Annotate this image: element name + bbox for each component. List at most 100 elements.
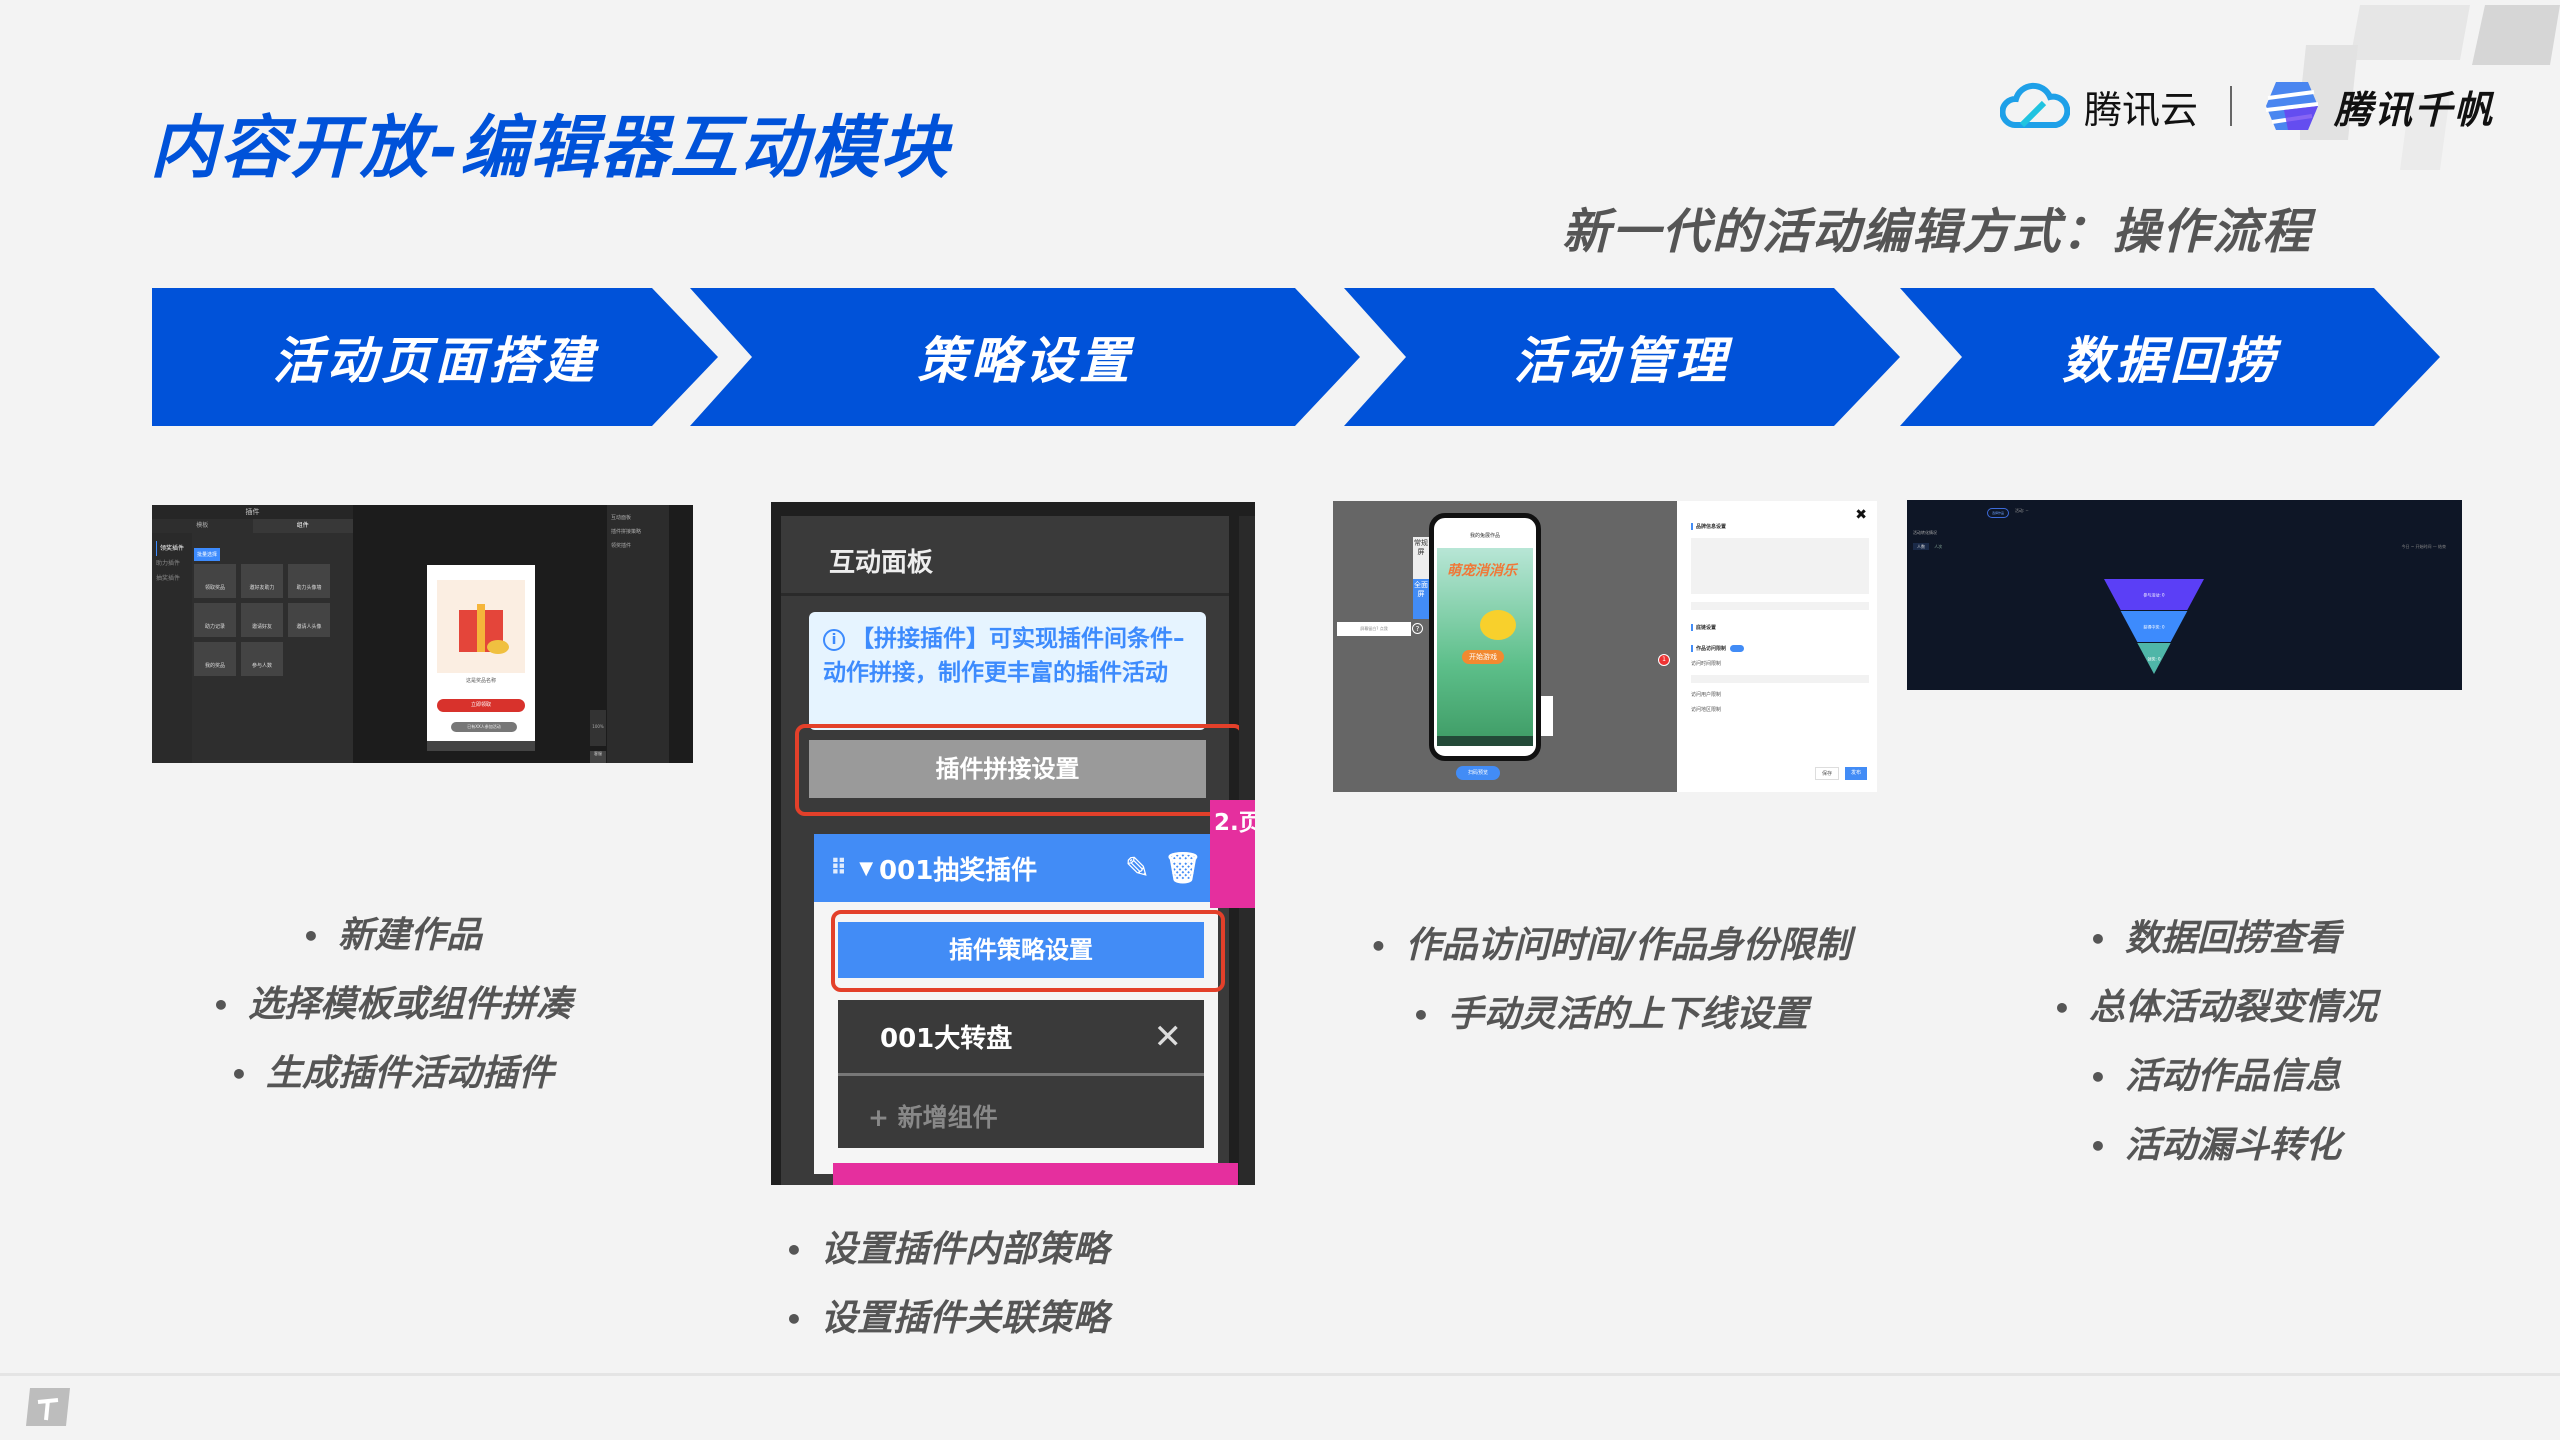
funnel-chart: 参与活动: 0 获得中奖: 0 领奖: 0 <box>2104 579 2204 674</box>
access-limit-toggle[interactable] <box>1730 645 1745 652</box>
publish-button[interactable]: 发布 <box>1844 767 1867 780</box>
screenshot-data-dashboard: 选择作品 活动: -- 活动转化情况 人数 人次 今日 ~ 开始时间 — 结束 … <box>1907 500 2462 690</box>
zoom-control[interactable]: 100% <box>590 710 606 746</box>
tencent-cloud-name: 腾讯云 <box>2084 87 2199 132</box>
bullet-item: 设置插件内部策略 <box>785 1216 1265 1285</box>
plugin-name: 001抽奖插件 <box>879 855 1038 886</box>
bullet-item: 活动漏斗转化 <box>1980 1112 2450 1181</box>
service-button[interactable]: 客服 <box>590 751 606 763</box>
tencent-cloud-icon <box>2000 82 2070 128</box>
close-icon[interactable]: ✕ <box>1154 1017 1183 1057</box>
component-item[interactable]: 001大转盘 ✕ <box>838 1000 1204 1076</box>
plugin-cell[interactable]: 邀请人头像 <box>288 603 330 637</box>
edit-pencil-icon[interactable]: ✎ <box>1125 851 1150 886</box>
start-game-button[interactable]: 开始游戏 <box>1462 650 1504 664</box>
bullet-item: 生成插件活动插件 <box>152 1040 632 1109</box>
game-bottom-bar <box>1437 736 1533 746</box>
canvas-bottom-bar <box>427 741 535 751</box>
plugin-cell[interactable]: 助力头像墙 <box>288 564 330 598</box>
close-icon[interactable]: ✖ <box>1855 507 1867 523</box>
funnel-stage-label: 获得中奖: 0 <box>2143 624 2165 630</box>
interaction-panel-title: 互动面板 <box>611 515 632 521</box>
whitespace-hint[interactable]: 屏幕留白? 点我 <box>1337 622 1411 636</box>
plugin-cell[interactable]: 邀请好友 <box>241 603 283 637</box>
prize-name: 这是奖品名称 <box>465 678 496 684</box>
tab-components[interactable]: 组件 <box>252 519 353 533</box>
interaction-panel-column: 互动面板 i 【拼接插件】可实现插件间条件–动作拼接，制作更丰富的插件活动 插件拼… <box>781 516 1244 1185</box>
collapse-triangle-icon[interactable]: ▼ <box>859 858 873 879</box>
scan-preview-button[interactable]: 扫码预览 <box>1456 766 1500 780</box>
delete-trash-icon[interactable]: 🗑 <box>1164 851 1202 886</box>
plugin-cell[interactable]: 领取奖品 <box>194 564 236 598</box>
settings-form: ✖ 品牌信息设置 底链设置 作品访问限制 访问时间限制 访问用户限制 访问地区限… <box>1683 501 1877 792</box>
plugin-grid: 批量选择 领取奖品 邀好友助力 助力头像墙 助力记录 邀请好友 邀请人头像 我的… <box>194 541 344 676</box>
step-badge: 1 <box>1658 654 1670 666</box>
bullet-item: 总体活动裂变情况 <box>1980 974 2450 1043</box>
phone-preview: 我的兔展作品 萌宠消消乐 开始游戏 <box>1429 513 1541 761</box>
footer-divider <box>0 1373 2560 1376</box>
step-arrow-4: 数据回捞 <box>1900 288 2440 426</box>
highlight-box <box>795 724 1244 816</box>
step-label-3: 活动管理 <box>1514 332 1730 390</box>
page-canvas: 这是奖品名称 立即领取 已有XX人参加活动 <box>427 565 535 751</box>
plugin-tabs: 模板 组件 <box>152 519 353 533</box>
pink-annotation: 2.页 编辑 互动 <box>1210 800 1255 908</box>
plugin-panel-header: 插件 <box>152 505 353 519</box>
prize-plugin-item[interactable]: 领奖插件 <box>611 539 665 553</box>
form-row-region[interactable]: 访问地区限制 <box>1691 706 1869 713</box>
tab-full-screen[interactable]: 全面屏 <box>1413 579 1429 619</box>
plugin-cell[interactable]: 参与人数 <box>241 642 283 676</box>
screenshot-page-builder: 插件 模板 组件 领奖插件 助力插件 抽奖插件 批量选择 领取奖品 邀好友助力 … <box>152 505 693 763</box>
step4-bullets: 数据回捞查看 总体活动裂变情况 活动作品信息 活动漏斗转化 <box>1980 905 2450 1181</box>
help-icon[interactable]: ? <box>1412 623 1423 634</box>
plugin-cell[interactable]: 我的奖品 <box>194 642 236 676</box>
plugin-card-header[interactable]: ⠿ ▼ 001抽奖插件 ✎ 🗑 <box>814 834 1218 902</box>
step1-bullets: 新建作品 选择模板或组件拼凑 生成插件活动插件 <box>152 902 632 1109</box>
splice-strategy[interactable]: 插件拼接策略 <box>611 525 665 539</box>
screen-mode-tabs: 常规屏 全面屏 <box>1413 537 1429 619</box>
bullet-item: 选择模板或组件拼凑 <box>152 971 632 1040</box>
tab-templates[interactable]: 模板 <box>152 519 253 533</box>
bullet-item: 作品访问时间/作品身份限制 <box>1330 912 1890 981</box>
form-row-time[interactable]: 访问时间限制 <box>1691 660 1869 667</box>
joined-count: 已有XX人参加活动 <box>451 722 517 732</box>
form-row-user[interactable]: 访问用户限制 <box>1691 691 1869 698</box>
page-scroller[interactable] <box>1541 696 1553 736</box>
step-arrow-2: 策略设置 <box>690 288 1360 426</box>
batch-select-button[interactable]: 批量选择 <box>194 548 221 561</box>
drag-handle-icon[interactable]: ⠿ <box>830 856 847 881</box>
phone-title: 我的兔展作品 <box>1469 533 1500 539</box>
logo-divider <box>2230 86 2233 126</box>
category-lottery[interactable]: 抽奖插件 <box>156 571 188 586</box>
step3-bullets: 作品访问时间/作品身份限制 手动灵活的上下线设置 <box>1330 912 1890 1050</box>
claim-button[interactable]: 立即领取 <box>437 699 525 712</box>
plugin-cell[interactable]: 邀好友助力 <box>241 564 283 598</box>
tencent-qianfan-name: 腾讯千帆 <box>2334 87 2495 132</box>
add-component-button[interactable]: + 新增组件 <box>838 1076 1204 1148</box>
form-section: 品牌信息设置 <box>1691 523 1869 530</box>
bullet-item: 数据回捞查看 <box>1980 905 2450 974</box>
bullet-item: 设置插件关联策略 <box>785 1285 1265 1354</box>
save-button[interactable]: 保存 <box>1814 767 1839 780</box>
tiger-character <box>1480 610 1516 640</box>
subtitle: 新一代的活动编辑方式：操作流程 <box>1562 204 2313 260</box>
bullet-item: 新建作品 <box>152 902 632 971</box>
step-arrow-3: 活动管理 <box>1344 288 1900 426</box>
screenshot-activity-management: 常规屏 全面屏 屏幕留白? 点我 ? 我的兔展作品 萌宠消消乐 开始游戏 扫码预… <box>1333 501 1877 792</box>
category-assist[interactable]: 助力插件 <box>156 556 188 571</box>
brand-logos: 腾讯云 腾讯千帆 <box>2000 76 2494 136</box>
bullet-item: 活动作品信息 <box>1980 1043 2450 1112</box>
form-section: 作品访问限制 <box>1691 645 1869 652</box>
category-prize[interactable]: 领奖插件 <box>156 541 188 556</box>
funnel-stage-label: 领奖: 0 <box>2147 656 2161 662</box>
interaction-panel: 互动面板 插件拼接策略 领奖插件 <box>607 505 669 763</box>
panel-title: 互动面板 <box>781 516 1229 596</box>
page-title: 内容开放-编辑器互动模块 <box>150 109 951 188</box>
tip-text: 【拼接插件】可实现插件间条件–动作拼接，制作更丰富的插件活动 <box>823 626 1185 686</box>
step-label-1: 活动页面搭建 <box>273 332 597 390</box>
gift-illustration <box>437 580 525 673</box>
step2-bullets: 设置插件内部策略 设置插件关联策略 <box>785 1216 1265 1354</box>
plugin-cell[interactable]: 助力记录 <box>194 603 236 637</box>
step-arrow-1: 活动页面搭建 <box>152 288 718 426</box>
tab-normal-screen[interactable]: 常规屏 <box>1413 537 1429 579</box>
